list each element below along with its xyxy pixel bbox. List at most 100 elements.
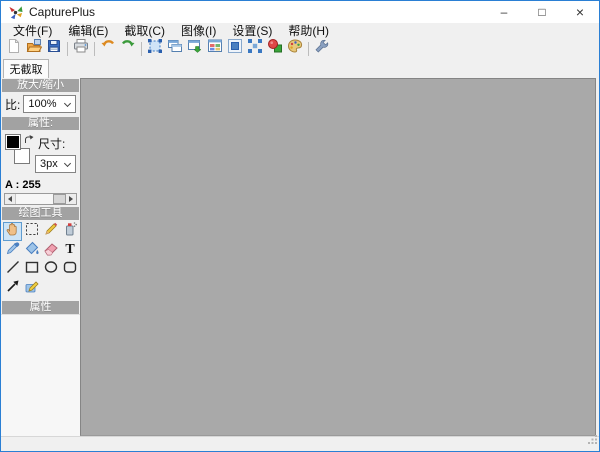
print-icon [73, 38, 89, 59]
tool-eraser[interactable] [41, 241, 60, 260]
capture-fixed-region-icon [227, 38, 243, 59]
zoom-ratio-select[interactable]: 100% [23, 95, 76, 113]
undo-button[interactable] [98, 40, 118, 58]
tool-highlighter[interactable] [22, 279, 41, 298]
capture-element-button[interactable] [205, 39, 225, 58]
toolbar [1, 39, 599, 58]
capture-scroll-window-button[interactable] [185, 40, 205, 58]
tool-properties-section-header: 属性 [2, 301, 79, 314]
zoom-section-header: 放大/缩小 [2, 79, 79, 92]
save-button[interactable] [44, 40, 64, 58]
alpha-row: A : 255 [1, 178, 80, 191]
close-button[interactable]: × [561, 1, 599, 23]
tool-eyedropper[interactable] [3, 241, 22, 260]
main-area: 放大/缩小 比: 100% 属性: 尺寸: 3px A: 255 绘图工具 T… [1, 78, 599, 436]
fill-bucket-icon [24, 240, 40, 261]
settings-wrench-button[interactable] [312, 39, 332, 58]
size-select[interactable]: 3px [35, 155, 76, 173]
capture-freehand-button[interactable] [245, 38, 265, 59]
menu-help[interactable]: 帮助(H) [280, 23, 337, 39]
alpha-slider[interactable] [4, 193, 77, 205]
zoom-ratio-value: 100% [28, 98, 57, 110]
tool-properties-panel [1, 314, 80, 436]
toolbar-separator [94, 41, 95, 56]
tool-fill-bucket[interactable] [22, 241, 41, 260]
zoom-ratio-row: 比: 100% [1, 92, 80, 116]
eraser-icon [43, 240, 59, 261]
hand-icon [5, 221, 21, 242]
capture-region-button[interactable] [145, 39, 165, 58]
chevron-down-icon [63, 99, 72, 108]
tab-no-capture[interactable]: 无截取 [3, 59, 49, 78]
menu-file[interactable]: 文件(F) [5, 23, 60, 39]
alpha-value: 255 [22, 179, 41, 191]
titlebar: CapturePlus – □ × [1, 1, 599, 23]
text-tool-icon: T [62, 240, 78, 261]
redo-icon [120, 38, 136, 59]
capture-window-button[interactable] [165, 40, 185, 58]
properties-section-header: 属性: [2, 117, 79, 130]
tool-hand[interactable] [3, 222, 22, 241]
triangle-right-icon [69, 196, 76, 202]
app-window: CapturePlus – □ × 文件(F) 编辑(E) 截取(C) 图像(I… [0, 0, 600, 452]
eyedropper-icon [5, 240, 21, 261]
capture-canvas [80, 78, 596, 436]
new-file-button[interactable] [4, 39, 24, 58]
open-button[interactable] [24, 39, 44, 58]
capture-scroll-window-icon [187, 38, 203, 59]
menu-edit[interactable]: 编辑(E) [60, 23, 116, 39]
print-button[interactable] [71, 38, 91, 59]
menu-image[interactable]: 图像(I) [173, 23, 224, 39]
spray-icon [62, 221, 78, 242]
tool-marquee-select[interactable] [22, 222, 41, 241]
ellipse-icon [43, 259, 59, 280]
color-area: 尺寸: 3px [1, 132, 80, 178]
tool-ellipse[interactable] [41, 260, 60, 279]
rounded-rectangle-icon [62, 259, 78, 280]
alpha-label: A : [5, 179, 20, 191]
alpha-slider-right-button[interactable] [65, 194, 76, 204]
maximize-button[interactable]: □ [523, 1, 561, 23]
toolbar-separator [141, 41, 142, 56]
highlighter-icon [24, 278, 40, 299]
capture-fixed-region-button[interactable] [225, 38, 245, 59]
svg-text:T: T [65, 242, 75, 256]
tool-line[interactable] [3, 260, 22, 279]
statusbar [1, 435, 599, 451]
minimize-button[interactable]: – [485, 1, 523, 23]
capture-freehand-icon [247, 38, 263, 59]
marquee-select-icon [24, 221, 40, 242]
line-icon [5, 259, 21, 280]
shapes-button[interactable] [265, 39, 285, 58]
toolbar-separator [308, 41, 309, 56]
swap-colors-icon[interactable] [24, 132, 34, 143]
sidebar: 放大/缩小 比: 100% 属性: 尺寸: 3px A: 255 绘图工具 T… [1, 78, 80, 436]
tab-bar: 无截取 [1, 58, 599, 78]
menubar: 文件(F) 编辑(E) 截取(C) 图像(I) 设置(S) 帮助(H) [1, 23, 599, 39]
arrow-icon [5, 278, 21, 299]
menu-capture[interactable]: 截取(C) [116, 23, 173, 39]
alpha-slider-thumb[interactable] [53, 194, 66, 204]
rectangle-icon [24, 259, 40, 280]
tool-rectangle[interactable] [22, 260, 41, 279]
background-color-swatch[interactable] [14, 148, 30, 164]
save-icon [46, 38, 62, 59]
window-title: CapturePlus [29, 5, 96, 19]
tool-spray[interactable] [60, 222, 79, 241]
triangle-left-icon [5, 196, 12, 202]
capture-window-icon [167, 38, 183, 59]
pencil-icon [43, 221, 59, 242]
zoom-ratio-label: 比: [5, 97, 21, 112]
palette-button[interactable] [285, 39, 305, 58]
foreground-color-swatch[interactable] [5, 134, 21, 150]
tool-text[interactable]: T [60, 241, 79, 260]
size-label: 尺寸: [38, 137, 66, 151]
menu-settings[interactable]: 设置(S) [224, 23, 280, 39]
tool-rounded-rectangle[interactable] [60, 260, 79, 279]
tool-pencil[interactable] [41, 222, 60, 241]
undo-icon [100, 38, 116, 59]
resize-grip-icon[interactable] [588, 432, 598, 450]
alpha-slider-left-button[interactable] [5, 194, 16, 204]
tool-arrow[interactable] [3, 279, 22, 298]
redo-button[interactable] [118, 40, 138, 58]
